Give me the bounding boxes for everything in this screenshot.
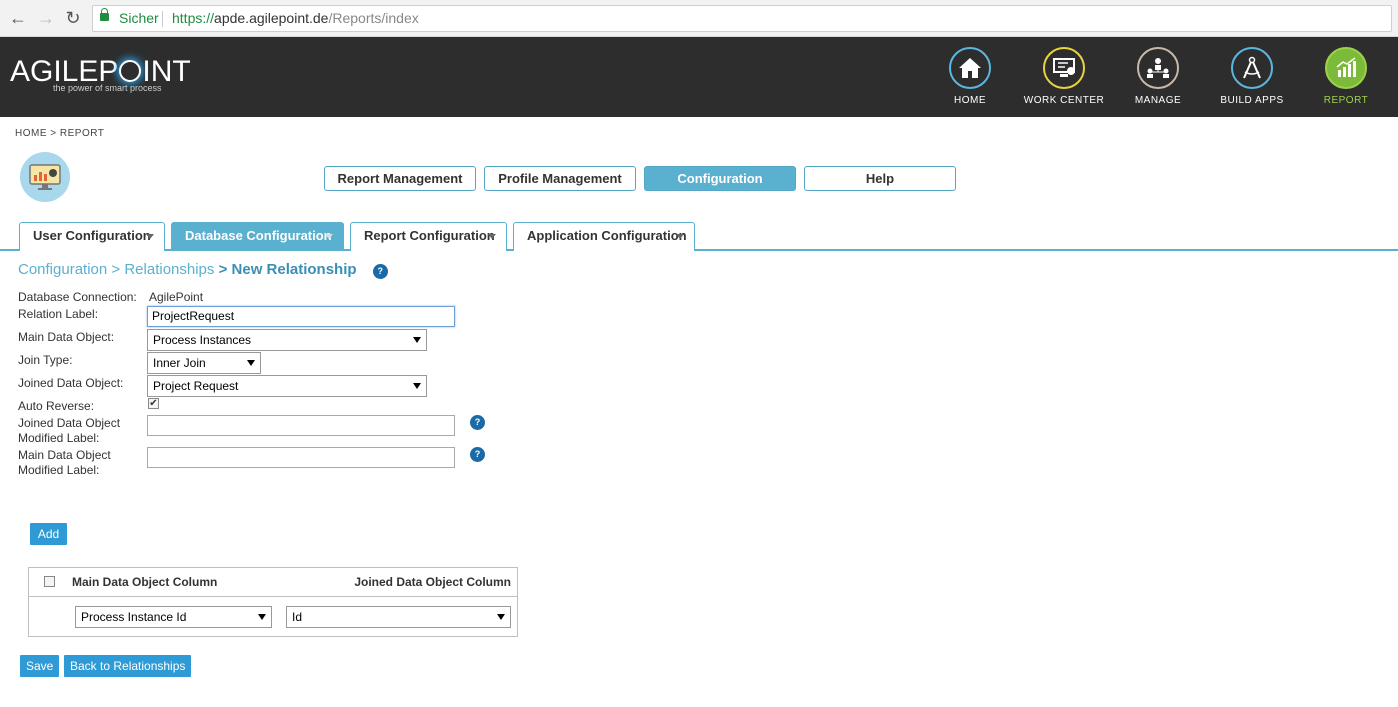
joined-column-header: Joined Data Object Column [354, 575, 511, 589]
back-to-relationships-button[interactable]: Back to Relationships [64, 655, 192, 677]
auto-reverse-label: Auto Reverse: [18, 399, 95, 413]
url-separator [162, 11, 163, 27]
nav-build-apps-label: BUILD APPS [1220, 95, 1284, 106]
caret-down-icon [676, 234, 684, 239]
main-column-select[interactable]: Process Instance Id [75, 606, 272, 628]
main-column-header: Main Data Object Column [72, 575, 218, 589]
config-tabs: User Configuration Database Configuratio… [0, 222, 1398, 251]
help-button[interactable]: Help [804, 166, 956, 191]
db-connection-label: Database Connection: [18, 290, 137, 304]
relation-label-input[interactable]: ProjectRequest [147, 306, 455, 327]
nav-work-center-label: WORK CENTER [1023, 95, 1105, 106]
dropdown-arrow-icon [258, 614, 266, 620]
tab-database-configuration[interactable]: Database Configuration [171, 222, 344, 251]
lock-icon [100, 8, 109, 21]
report-management-button[interactable]: Report Management [324, 166, 476, 191]
caret-down-icon [488, 234, 496, 239]
auto-reverse-checkbox[interactable]: ✔ [148, 398, 159, 409]
dropdown-arrow-icon [247, 360, 255, 366]
table-header: Main Data Object Column Joined Data Obje… [29, 568, 517, 597]
app-header: AGILEP INT the power of smart process HOM… [0, 37, 1398, 117]
workcenter-icon [1043, 47, 1085, 89]
tab-report-configuration[interactable]: Report Configuration [350, 222, 507, 251]
joined-column-select[interactable]: Id [286, 606, 511, 628]
address-bar[interactable]: Sicher https://apde.agilepoint.de/Report… [92, 5, 1392, 32]
joined-data-object-label: Joined Data Object: [18, 376, 124, 390]
logo-tagline: the power of smart process [53, 83, 162, 93]
join-type-select[interactable]: Inner Join [147, 352, 261, 374]
nav-report[interactable]: REPORT [1320, 47, 1372, 106]
home-icon [949, 47, 991, 89]
add-button[interactable]: Add [30, 523, 67, 545]
build-apps-icon [1231, 47, 1273, 89]
logo-orb-icon [119, 60, 142, 82]
joined-modified-label-input[interactable] [147, 415, 455, 436]
browser-toolbar: ← → ↻ Sicher https://apde.agilepoint.de/… [0, 0, 1398, 37]
nav-home-label: HOME [954, 95, 986, 106]
main-data-object-select[interactable]: Process Instances [147, 329, 427, 351]
help-icon[interactable]: ? [470, 447, 485, 462]
path-configuration-link[interactable]: Configuration [18, 261, 107, 278]
path-separator: > [218, 261, 228, 278]
nav-build-apps[interactable]: BUILD APPS [1218, 47, 1286, 106]
relation-label-label: Relation Label: [18, 307, 99, 321]
join-type-label: Join Type: [18, 353, 73, 367]
forward-arrow-icon[interactable]: → [36, 8, 56, 28]
path-relationships-link[interactable]: Relationships [124, 261, 214, 278]
help-icon[interactable]: ? [372, 264, 388, 279]
joined-data-object-select[interactable]: Project Request [147, 375, 427, 397]
report-icon [1325, 47, 1367, 89]
page-title: New Relationship [231, 261, 357, 278]
dropdown-arrow-icon [413, 337, 421, 343]
nav-manage-label: MANAGE [1134, 95, 1182, 106]
report-monitor-icon [20, 152, 70, 202]
page-path: Configuration > Relationships > New Rela… [18, 261, 388, 279]
manage-icon [1137, 47, 1179, 89]
db-connection-value: AgilePoint [149, 290, 204, 304]
dropdown-arrow-icon [497, 614, 505, 620]
path-separator: > [111, 261, 121, 278]
save-button[interactable]: Save [20, 655, 60, 677]
joined-modified-label-label: Joined Data Object Modified Label: [18, 416, 121, 445]
select-all-checkbox[interactable] [44, 576, 55, 587]
dropdown-arrow-icon [413, 383, 421, 389]
column-mapping-table: Main Data Object Column Joined Data Obje… [28, 567, 518, 637]
configuration-button[interactable]: Configuration [644, 166, 796, 191]
profile-management-button[interactable]: Profile Management [484, 166, 636, 191]
tab-application-configuration[interactable]: Application Configuration [513, 222, 695, 251]
main-modified-label-input[interactable] [147, 447, 455, 468]
nav-work-center[interactable]: WORK CENTER [1020, 47, 1108, 106]
nav-report-label: REPORT [1323, 95, 1369, 106]
back-arrow-icon[interactable]: ← [8, 8, 28, 28]
tab-user-configuration[interactable]: User Configuration [19, 222, 165, 251]
breadcrumb: HOME > REPORT [15, 128, 105, 139]
secure-label: Sicher [119, 10, 159, 26]
main-modified-label-label: Main Data Object Modified Label: [18, 448, 111, 477]
caret-down-icon [146, 234, 154, 239]
reload-icon[interactable]: ↻ [63, 8, 83, 28]
nav-manage[interactable]: MANAGE [1130, 47, 1186, 106]
help-icon[interactable]: ? [470, 415, 485, 430]
caret-down-icon [325, 234, 333, 239]
main-data-object-label: Main Data Object: [18, 330, 115, 344]
nav-home[interactable]: HOME [945, 47, 995, 106]
url-text: https://apde.agilepoint.de/Reports/index [172, 10, 419, 26]
